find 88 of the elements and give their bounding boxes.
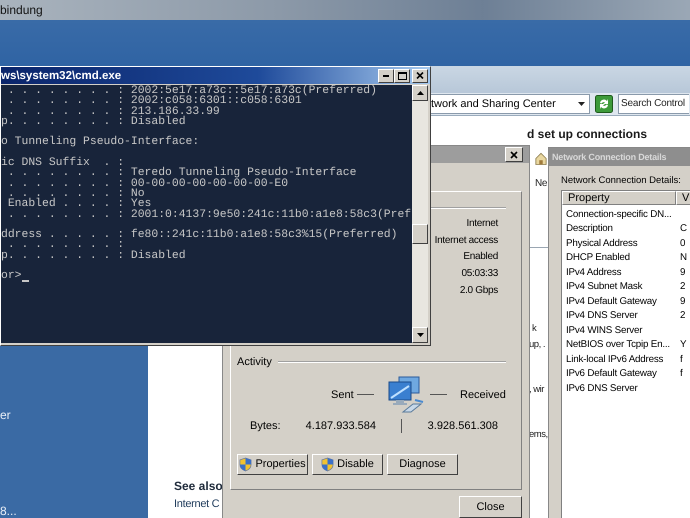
property-cell-text: Physical Address xyxy=(565,238,638,249)
console-line: ic DNS Suffix . : xyxy=(1,158,126,168)
dialog-button[interactable]: Disable xyxy=(312,454,383,475)
scroll-down-button[interactable] xyxy=(412,327,428,343)
value-cell-text: 9 xyxy=(679,296,686,307)
description-text: k xyxy=(532,322,536,336)
console-line: p. . . . . . . . : Disabled xyxy=(1,250,187,262)
sidebar-link[interactable]: 8... xyxy=(0,504,148,518)
dialog-button[interactable]: Diagnose xyxy=(387,454,458,475)
property-cell-text: IPv4 Default Gateway xyxy=(565,296,658,307)
description-text: , wir xyxy=(529,383,544,397)
property-cell-text: IPv4 WINS Server xyxy=(565,324,644,336)
console-line: . . . . . . . . : 213.186.33.99 xyxy=(8,106,221,117)
console-line: . . . . . . . . : 2002:c058:6301::c058:6301 xyxy=(6,96,302,107)
value-cell-text: 0 xyxy=(679,238,686,249)
network-name[interactable]: Ne xyxy=(535,178,548,189)
scroll-up-button[interactable] xyxy=(412,85,428,101)
status-value: Internet xyxy=(466,217,498,231)
console-prompt: or> xyxy=(1,271,22,282)
console-line: o Tunneling Pseudo-Interface: xyxy=(1,137,200,148)
column-header[interactable]: V xyxy=(676,191,690,205)
details-list[interactable] xyxy=(561,190,690,518)
address-bar[interactable]: twork and Sharing Center xyxy=(430,94,590,114)
window-title: Network Connection Details xyxy=(549,148,690,166)
property-cell-text: IPv4 DNS Server xyxy=(565,310,639,322)
value-cell-text: Y xyxy=(679,339,687,350)
property-cell-text: DHCP Enabled xyxy=(565,252,631,264)
search-field[interactable]: Search Control xyxy=(618,94,689,114)
minimize-button[interactable] xyxy=(378,68,394,82)
window-title: ws\system32\cmd.exe xyxy=(1,70,122,82)
status-value: Enabled xyxy=(463,250,498,264)
property-cell-text: Connection-specific DN... xyxy=(565,208,673,220)
bytes-received: 3.928.561.308 xyxy=(426,420,498,432)
column-header[interactable]: Property xyxy=(562,191,676,205)
value-cell-text: 2 xyxy=(679,310,686,322)
console-line: . . . . . . . . : Teredo Tunneling Pseudo-Interface xyxy=(6,168,358,179)
value-cell-text: f xyxy=(679,368,683,380)
sent-label: Sent xyxy=(331,388,355,401)
property-cell-text: IPv6 Default Gateway xyxy=(565,368,658,380)
group-title: Activity xyxy=(237,356,272,368)
console-line: ddress . . . . . : fe80::241c:11b0:a1e8:58c3%15(Preferred) xyxy=(1,230,398,240)
window-title: bindung xyxy=(0,3,43,17)
value-cell-text: N xyxy=(679,252,688,264)
console-line: . . . . . . . . : 00-00-00-00-00-00-00-E0 xyxy=(6,178,290,189)
console-line: Enabled . . . . : Yes xyxy=(6,199,152,210)
close-button[interactable]: Close xyxy=(459,496,522,518)
property-cell-text: NetBIOS over Tcpip En... xyxy=(565,339,671,350)
close-button[interactable] xyxy=(412,68,428,82)
minimize-icon xyxy=(383,74,389,76)
up-arrow-icon xyxy=(416,91,424,95)
text-cursor xyxy=(22,280,29,282)
property-cell-text: Link-local IPv6 Address xyxy=(565,354,664,365)
console-line: . . . . . . . . : 2002:5e17:a73c::5e17:a73c(Preferred) xyxy=(6,86,378,96)
bytes-sent: 4.187.933.584 xyxy=(304,420,376,432)
property-cell-text: Description xyxy=(565,223,614,234)
list-label: Network Connection Details: xyxy=(561,175,681,186)
value-cell-text: C xyxy=(679,223,688,234)
value-cell-text: 2 xyxy=(679,281,686,292)
see-also-link[interactable]: Internet C xyxy=(174,498,220,510)
received-label: Received xyxy=(460,388,506,401)
value-cell-text: 9 xyxy=(679,266,686,278)
refresh-icon[interactable] xyxy=(595,94,613,113)
property-cell-text: IPv4 Subnet Mask xyxy=(565,281,644,292)
scroll-thumb[interactable] xyxy=(412,224,428,244)
close-icon xyxy=(416,72,424,79)
see-also-title: See also xyxy=(174,479,223,493)
sidebar-link[interactable]: er xyxy=(0,408,148,422)
console-line: . . . . . . . . : xyxy=(6,240,126,251)
console-line: . . . . . . . . : 2001:0:4137:9e50:241c:11b0:a1e8:58c3(Pref xyxy=(6,210,412,220)
maximize-button[interactable] xyxy=(394,68,410,82)
page-heading: d set up connections xyxy=(527,127,648,141)
value-cell-text: f xyxy=(679,354,683,365)
console-line: p. . . . . . . . : Disabled xyxy=(1,116,187,128)
property-cell-text: IPv6 DNS Server xyxy=(565,382,639,394)
status-value: 2.0 Gbps xyxy=(460,284,498,298)
dropdown-arrow-icon xyxy=(578,102,585,106)
close-button[interactable] xyxy=(505,147,523,162)
down-arrow-icon xyxy=(416,333,424,337)
status-value: 05:03:33 xyxy=(461,267,498,282)
status-value: Internet access xyxy=(434,234,498,248)
maximize-icon xyxy=(398,72,406,80)
property-cell-text: IPv4 Address xyxy=(565,266,622,278)
close-icon xyxy=(510,150,518,158)
bytes-label: Bytes: xyxy=(250,420,282,432)
house-icon xyxy=(535,151,547,166)
dialog-button[interactable]: Properties xyxy=(237,454,308,475)
scrollbar[interactable] xyxy=(412,85,428,343)
description-text: ems, xyxy=(529,428,548,442)
